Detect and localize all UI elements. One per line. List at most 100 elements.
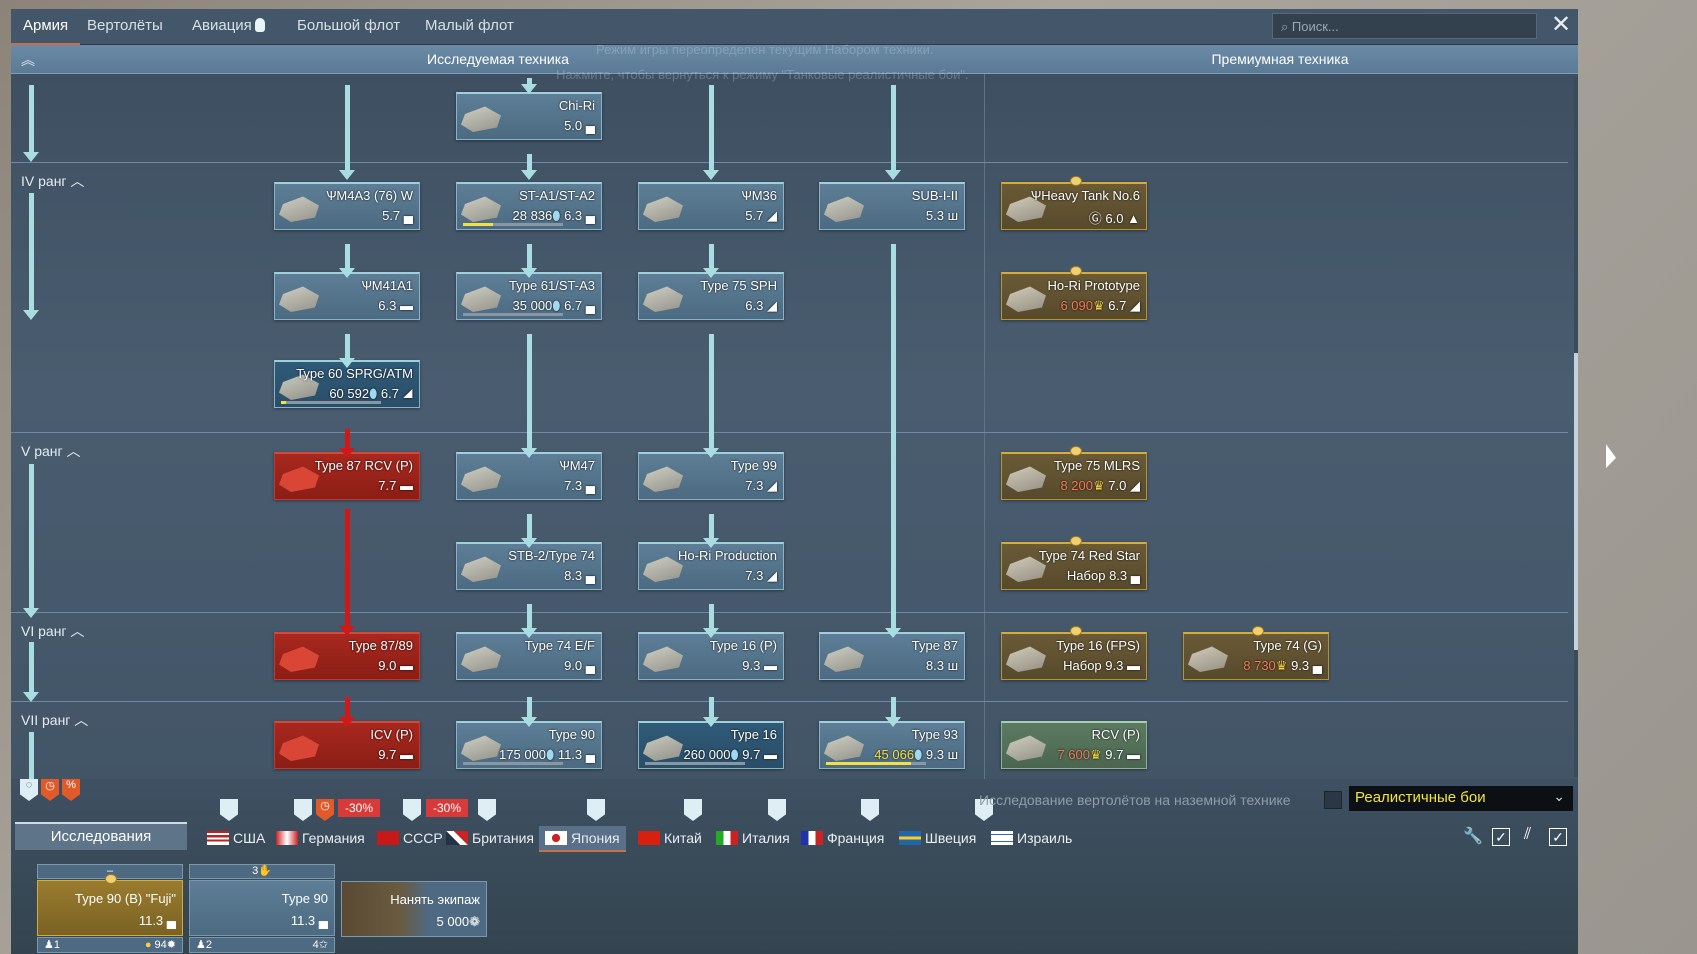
ammo-checkbox[interactable]: ✓ <box>1549 828 1567 846</box>
country-tab[interactable]: Япония <box>539 826 626 852</box>
country-tab[interactable]: Британия <box>446 826 534 852</box>
vehicle-card[interactable]: Type 74 Red Star Набор 8.3 ▄ <box>1001 536 1147 590</box>
rp-icon: ⬮ <box>914 747 923 762</box>
crew-level: ● 94✹ <box>144 939 176 951</box>
research-arrow <box>703 85 719 180</box>
flag-icon <box>991 831 1013 845</box>
rank-text: IV ранг <box>21 173 67 189</box>
vehicle-card[interactable]: Chi-Ri 5.0 ▄ <box>456 92 602 140</box>
crew-slot[interactable]: – Type 90 (B) "Fuji" 11.3 ▄ ♟1 ● 94✹ <box>37 864 183 953</box>
country-tab[interactable]: Китай <box>638 826 702 852</box>
vehicle-card[interactable]: STB-2/Type 74 8.3 ▄ <box>456 542 602 590</box>
vehicle-image <box>643 556 683 582</box>
vehicle-card[interactable]: Type 61/ST-A3 35 000⬮ 6.7 ▄ <box>456 272 602 320</box>
rank-label-7[interactable]: VII ранг ︿ <box>21 710 88 730</box>
country-tab[interactable]: СССР <box>377 826 443 852</box>
research-arrow <box>23 642 39 702</box>
vehicle-card[interactable]: Type 74 (G) 8 730♛ 9.3 ▄ <box>1183 626 1329 680</box>
research-arrow <box>339 334 355 368</box>
vehicle-stats: 5.7 ◢ <box>745 208 777 224</box>
vehicle-card[interactable]: Type 87/89 9.0 ▬ <box>274 632 420 680</box>
vehicle-card[interactable]: ѰHeavy Tank No.6 Ⓖ 6.0 ▲ <box>1001 176 1147 230</box>
research-badge-icon <box>684 799 702 821</box>
collapse-icon[interactable]: ︽ <box>21 50 35 70</box>
vehicle-type-icon: ▄ <box>585 298 595 313</box>
vehicle-card[interactable]: ST-A1/ST-A2 28 836⬮ 6.3 ▄ <box>456 182 602 230</box>
hire-cost-value: 5 000 <box>436 914 470 929</box>
vehicle-card[interactable]: Type 93 45 066⬮ 9.3 ш <box>819 721 965 769</box>
vehicle-card[interactable]: Type 75 SPH 6.3 ◢ <box>638 272 784 320</box>
crew-vehicle-br: 11.3 ▄ <box>138 913 176 928</box>
vehicle-stats: 6 090♛ 6.7 ◢ <box>1060 298 1140 314</box>
vehicle-card[interactable]: RCV (P) 7 600♛ 9.7 ▬ <box>1001 721 1147 769</box>
vehicle-cost: 175 000 <box>499 747 547 762</box>
rp-icon: ⬮ <box>730 747 739 762</box>
hire-crew-button[interactable]: Нанять экипаж 5 000❁ <box>341 880 487 937</box>
rank-label-6[interactable]: VI ранг ︿ <box>21 621 84 641</box>
country-label: Япония <box>571 830 620 846</box>
rank-label-4[interactable]: IV ранг ︿ <box>21 171 84 191</box>
country-tab[interactable]: Франция <box>801 826 884 852</box>
vehicle-card[interactable]: Type 99 7.3 ◢ <box>638 452 784 500</box>
vehicle-card[interactable]: Type 90 175 000⬮ 11.3 ▄ <box>456 721 602 769</box>
modification-checkbox[interactable]: ✓ <box>1492 828 1510 846</box>
vehicle-card[interactable]: Ho-Ri Production 7.3 ◢ <box>638 542 784 590</box>
vehicle-card[interactable]: Type 74 E/F 9.0 ▄ <box>456 632 602 680</box>
country-tab[interactable]: США <box>207 826 265 852</box>
country-tab[interactable]: Италия <box>716 826 790 852</box>
research-button[interactable]: Исследования <box>15 822 187 850</box>
scrollbar-thumb[interactable] <box>1574 353 1578 650</box>
vehicle-card[interactable]: Type 16 (P) 9.3 ▬ <box>638 632 784 680</box>
tab-helicopters[interactable]: Вертолёты <box>87 17 163 34</box>
vehicle-card[interactable]: Type 75 MLRS 8 200♛ 7.0 ◢ <box>1001 446 1147 500</box>
vehicle-card[interactable]: ѰM47 7.3 ▄ <box>456 452 602 500</box>
vehicle-card[interactable]: ѰM4A3 (76) W 5.7 ▄ <box>274 182 420 230</box>
mode-notice-line2[interactable]: Нажмите, чтобы вернуться к режиму "Танко… <box>556 67 969 82</box>
vehicle-type-icon: ▄ <box>585 478 595 493</box>
country-tab[interactable]: Израиль <box>991 826 1072 852</box>
research-arrow <box>521 334 537 458</box>
crew-vehicle-card[interactable]: Type 90 11.3 ▄ <box>189 880 335 936</box>
rp-icon: ⬮ <box>552 208 561 223</box>
rank-label-5[interactable]: V ранг ︿ <box>21 441 81 461</box>
country-label: Израиль <box>1017 830 1073 846</box>
research-arrow <box>885 244 901 638</box>
battle-rating: 7.0 <box>1108 478 1127 493</box>
game-mode-dropdown[interactable]: Реалистичные бои ⌄ <box>1349 786 1573 811</box>
heli-research-checkbox[interactable] <box>1324 791 1342 809</box>
vehicle-name: ѰM41A1 <box>361 278 413 293</box>
vehicle-name: Type 90 <box>548 727 595 742</box>
scrollbar[interactable] <box>1574 77 1578 777</box>
tab-army[interactable]: Армия <box>11 17 81 46</box>
country-label: Швеция <box>925 830 977 846</box>
tab-bluewater-fleet[interactable]: Большой флот <box>297 17 400 34</box>
crew-number-value: 1 <box>53 939 60 951</box>
crew-vehicle-card[interactable]: Type 90 (B) "Fuji" 11.3 ▄ <box>37 874 183 936</box>
vehicle-card[interactable]: SUB-I-II 5.3 ш <box>819 182 965 230</box>
vehicle-card[interactable]: Ho-Ri Prototype 6 090♛ 6.7 ◢ <box>1001 266 1147 320</box>
vehicle-card[interactable]: Type 16 (FPS) Набор 9.3 ▬ <box>1001 626 1147 680</box>
vehicle-card[interactable]: Type 87 RCV (P) 7.7 ▬ <box>274 452 420 500</box>
vehicle-card[interactable]: ѰM36 5.7 ◢ <box>638 182 784 230</box>
search-input[interactable]: ⌕ Поиск... <box>1272 13 1537 39</box>
tab-coastal-fleet[interactable]: Малый флот <box>425 17 514 34</box>
close-button[interactable]: ✕ <box>1548 12 1574 38</box>
vehicle-card[interactable]: Type 87 8.3 ш <box>819 632 965 680</box>
premium-medal-icon <box>1070 626 1082 636</box>
vehicle-stats: 35 000⬮ 6.7 ▄ <box>513 298 595 314</box>
research-arrow <box>703 697 719 727</box>
rp-icon: ⬮ <box>369 386 378 401</box>
vehicle-card[interactable]: ѰM41A1 6.3 ▬ <box>274 272 420 320</box>
research-label: Исследования <box>50 828 152 845</box>
crew-slot[interactable]: 3✋ Type 90 11.3 ▄ ♟2 4✩ <box>189 864 335 953</box>
vehicle-card[interactable]: Type 16 260 000⬮ 9.7 ▬ <box>638 721 784 769</box>
vehicle-card[interactable]: ICV (P) 9.7 ▬ <box>274 721 420 769</box>
tab-aviation[interactable]: Авиация <box>192 17 265 34</box>
country-tab[interactable]: Германия <box>276 826 365 852</box>
vehicle-type-icon: ▄ <box>1130 568 1140 583</box>
wrench-icon: 🔧 <box>1463 828 1483 845</box>
battle-rating: 8.3 <box>1109 568 1128 583</box>
premium-header: Премиумная техника <box>1211 51 1349 67</box>
country-tab[interactable]: Швеция <box>899 826 976 852</box>
mode-notice-line1[interactable]: Режим игры переопределен текущим Набором… <box>596 42 933 57</box>
